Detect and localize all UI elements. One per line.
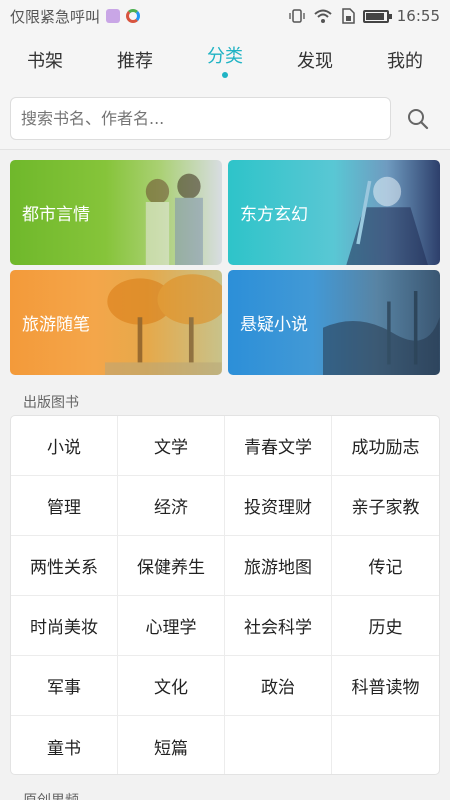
tab-discover[interactable]: 发现 xyxy=(270,32,360,88)
autumn-trees-illustration xyxy=(105,274,222,375)
category-item[interactable]: 童书 xyxy=(11,716,118,774)
active-tab-indicator xyxy=(222,72,228,78)
category-item[interactable]: 传记 xyxy=(332,536,439,596)
category-item[interactable]: 小说 xyxy=(11,416,118,476)
category-item[interactable]: 成功励志 xyxy=(332,416,439,476)
category-item[interactable]: 管理 xyxy=(11,476,118,536)
banner-mystery-novels[interactable]: 悬疑小说 xyxy=(228,270,440,375)
category-item[interactable]: 军事 xyxy=(11,656,118,716)
search-icon xyxy=(407,108,428,129)
banner-eastern-fantasy[interactable]: 东方玄幻 xyxy=(228,160,440,265)
tab-recommend[interactable]: 推荐 xyxy=(90,32,180,88)
category-item[interactable]: 青春文学 xyxy=(225,416,332,476)
clock: 16:55 xyxy=(396,7,440,25)
category-item[interactable]: 时尚美妆 xyxy=(11,596,118,656)
banner-label: 东方玄幻 xyxy=(240,205,308,225)
category-item[interactable]: 经济 xyxy=(118,476,225,536)
couple-illustration xyxy=(146,173,204,265)
section-title-original-male: 原创男频 xyxy=(23,790,79,800)
banner-label: 悬疑小说 xyxy=(240,315,308,335)
app-icon xyxy=(126,9,141,23)
search-row xyxy=(0,88,450,150)
banner-urban-romance[interactable]: 都市言情 xyxy=(10,160,222,265)
category-item[interactable]: 历史 xyxy=(332,596,439,656)
sim-icon xyxy=(342,8,355,24)
search-button[interactable] xyxy=(395,97,440,140)
category-item[interactable]: 文学 xyxy=(118,416,225,476)
tab-me[interactable]: 我的 xyxy=(360,32,450,88)
tab-category[interactable]: 分类 xyxy=(180,32,270,88)
category-item[interactable]: 社会科学 xyxy=(225,596,332,656)
category-item[interactable]: 政治 xyxy=(225,656,332,716)
battery-icon xyxy=(362,9,392,23)
banner-label: 都市言情 xyxy=(22,205,90,225)
tab-label: 书架 xyxy=(27,51,63,72)
carrier-text: 仅限紧急呼叫 xyxy=(10,7,101,26)
category-item[interactable]: 短篇 xyxy=(118,716,225,774)
category-item[interactable]: 文化 xyxy=(118,656,225,716)
category-item[interactable]: 投资理财 xyxy=(225,476,332,536)
gallery-icon xyxy=(106,9,121,23)
status-bar: 仅限紧急呼叫 16:55 xyxy=(0,0,450,32)
category-item[interactable]: 旅游地图 xyxy=(225,536,332,596)
category-empty-cell xyxy=(332,716,439,774)
tab-label: 我的 xyxy=(387,51,423,72)
warrior-illustration xyxy=(346,176,429,265)
category-item[interactable]: 亲子家教 xyxy=(332,476,439,536)
category-empty-cell xyxy=(225,716,332,774)
tab-label: 发现 xyxy=(297,51,333,72)
banner-label: 旅游随笔 xyxy=(22,315,90,335)
vibrate-icon xyxy=(289,9,305,23)
published-category-grid: 小说 文学 青春文学 成功励志管理 经济 投资理财 亲子家教两性关系 保健养生 旅游地图 传记时尚… xyxy=(10,415,440,775)
tab-bookshelf[interactable]: 书架 xyxy=(0,32,90,88)
tab-label: 分类 xyxy=(207,46,243,67)
category-item[interactable]: 心理学 xyxy=(118,596,225,656)
category-item[interactable]: 科普读物 xyxy=(332,656,439,716)
dark-forest-illustration xyxy=(323,291,440,375)
section-title-published: 出版图书 xyxy=(23,395,79,411)
wifi-icon xyxy=(314,9,332,23)
category-item[interactable]: 保健养生 xyxy=(118,536,225,596)
search-box[interactable] xyxy=(10,97,392,140)
search-input[interactable] xyxy=(21,109,381,128)
banner-travel-essays[interactable]: 旅游随笔 xyxy=(10,270,222,375)
genre-banners: 都市言情 东方玄幻 旅游随笔 悬疑小说 xyxy=(10,160,440,375)
category-item[interactable]: 两性关系 xyxy=(11,536,118,596)
tab-label: 推荐 xyxy=(117,51,153,72)
top-tab-bar: 书架 推荐 分类 发现 我的 xyxy=(0,32,450,88)
